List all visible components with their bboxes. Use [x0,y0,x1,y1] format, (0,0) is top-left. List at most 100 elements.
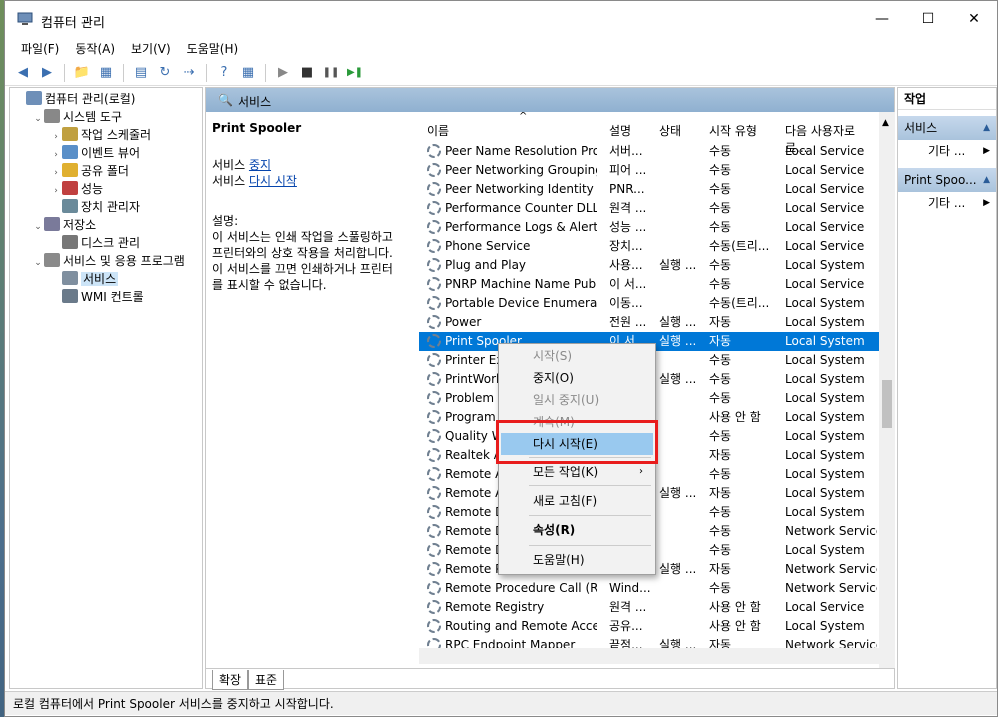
tree-item[interactable]: ⌄ 서비스 및 응용 프로그램 [10,252,202,270]
actions-more[interactable]: 기타 ... ▶ [898,192,996,214]
tree-item[interactable]: › 공유 폴더 [10,162,202,180]
properties-icon[interactable]: ▤ [131,63,151,83]
service-logon-cell: Local System [785,315,865,329]
back-arrow-icon[interactable]: ◀ [13,63,33,83]
collapse-icon[interactable]: ▲ [983,168,990,192]
menu-action[interactable]: 동작(A) [67,37,123,59]
menu-help[interactable]: 도움말(H) [179,37,247,59]
context-menu-item[interactable]: 모든 작업(K) › [501,461,653,483]
tree-item[interactable]: 디스크 관리 [10,234,202,252]
detail-service-name: Print Spooler [212,121,302,135]
service-row[interactable]: Portable Device Enumerato... 이동... 수동(트리..… [419,294,879,313]
stop-service-link[interactable]: 중지 [249,158,271,172]
service-row[interactable]: Peer Name Resolution Prot... 서버... 수동 Local… [419,142,879,161]
context-menu-item[interactable]: 중지(O) [501,367,653,389]
stop-service-icon[interactable]: ■ [297,63,317,83]
horizontal-scrollbar[interactable] [419,648,895,664]
tree-item-label: 서비스 및 응용 프로그램 [63,254,185,268]
vertical-scrollbar[interactable]: ▲ ▼ [879,112,895,668]
column-startup-type[interactable]: 시작 유형 [709,122,757,139]
show-hide-action-pane-icon[interactable]: ▦ [238,63,258,83]
service-row[interactable]: Peer Networking Identity ... PNR... 수동 Loca… [419,180,879,199]
up-folder-icon[interactable]: 📁 [72,63,92,83]
service-name: Peer Name Resolution Prot... [445,144,597,158]
show-hide-tree-icon[interactable]: ▦ [96,63,116,83]
context-menu-label: 새로 고침(F) [533,494,598,508]
tree-item[interactable]: 컴퓨터 관리(로컬) [10,90,202,108]
service-row[interactable]: PNRP Machine Name Publi... 이 서... 수동 Local … [419,275,879,294]
column-name[interactable]: 이름 [427,122,449,139]
service-status-cell: 실행 ... [659,562,697,576]
detail-restart-prefix: 서비스 [212,174,249,188]
actions-group-services[interactable]: 서비스 ▲ [898,116,996,140]
menu-separator [529,545,651,546]
service-name: Performance Counter DLL ... [445,201,597,215]
tab-standard[interactable]: 표준 [248,670,285,690]
service-row[interactable]: Routing and Remote Access 공유... 사용 안 함 Loca… [419,617,879,636]
tree-node-icon [62,163,78,177]
menu-view[interactable]: 보기(V) [123,37,179,59]
tree-item-label: 서비스 [81,272,119,286]
service-row[interactable]: Phone Service 장치... 수동(트리... Local Service [419,237,879,256]
service-gear-icon [427,315,441,329]
tree-node-icon [62,235,78,249]
service-startup-cell: 수동 [709,220,732,234]
tree-item[interactable]: › 작업 스케줄러 [10,126,202,144]
service-gear-icon [427,448,441,462]
toolbar-separator [206,63,207,82]
actions-more[interactable]: 기타 ... ▶ [898,140,996,162]
service-name: Plug and Play [445,258,527,272]
tree-item-label: 컴퓨터 관리(로컬) [45,92,136,106]
tree-item[interactable]: › 이벤트 뷰어 [10,144,202,162]
start-service-icon[interactable]: ▶ [273,63,293,83]
refresh-icon[interactable]: ↻ [155,63,175,83]
tree-item[interactable]: WMI 컨트롤 [10,288,202,306]
scroll-up-icon[interactable]: ▲ [882,118,889,128]
service-row[interactable]: Remote Procedure Call (RP... Wind... 수동 Net… [419,579,879,598]
column-description[interactable]: 설명 [609,122,631,139]
service-row[interactable]: Remote Registry 원격 ... 사용 안 함 Local Service [419,598,879,617]
maximize-button[interactable]: ☐ [905,1,951,37]
description-label: 설명: [212,214,239,228]
actions-title: 작업 [898,88,996,110]
tree-item[interactable]: 서비스 [10,270,202,288]
context-menu-item[interactable]: 다시 시작(E) [501,433,653,455]
service-gear-icon [427,144,441,158]
collapse-icon[interactable]: ▲ [983,116,990,140]
context-menu-item[interactable]: 새로 고침(F) [501,490,653,512]
actions-group-print-spooler[interactable]: Print Spoo... ▲ [898,168,996,192]
restart-service-link[interactable]: 다시 시작 [249,174,297,188]
tree-item[interactable]: ⌄ 시스템 도구 [10,108,202,126]
service-row[interactable]: Performance Counter DLL ... 원격 ... 수동 Local… [419,199,879,218]
service-row[interactable]: Peer Networking Grouping 피어 ... 수동 Local Se… [419,161,879,180]
close-button[interactable]: ✕ [951,1,997,37]
service-gear-icon [427,163,441,177]
service-description-cell: 원격 ... [609,201,647,215]
menu-file[interactable]: 파일(F) [13,37,67,59]
context-menu-item: 계속(M) [501,411,653,433]
submenu-arrow-icon: ▶ [983,146,990,156]
context-menu-label: 다시 시작(E) [533,437,598,451]
tree-item[interactable]: 장치 관리자 [10,198,202,216]
tab-extended[interactable]: 확장 [212,670,249,690]
service-logon-cell: Local Service [785,163,865,177]
service-row[interactable]: Performance Logs & Alerts 성능 ... 수동 Local S… [419,218,879,237]
scroll-thumb[interactable] [882,380,892,428]
help-icon[interactable]: ? [214,63,234,83]
service-name-cell: Routing and Remote Access [427,617,597,636]
pause-service-icon[interactable]: ❚❚ [321,63,341,83]
service-row[interactable]: Plug and Play 사용... 실행 ... 수동 Local System [419,256,879,275]
restart-service-icon[interactable]: ▶❚ [345,63,365,83]
context-menu-item[interactable]: 도움말(H) [501,549,653,571]
minimize-button[interactable]: — [859,1,905,37]
export-icon[interactable]: ⇢ [179,63,199,83]
tree-item[interactable]: › 성능 [10,180,202,198]
forward-arrow-icon[interactable]: ▶ [37,63,57,83]
service-row[interactable]: Power 전원 ... 실행 ... 자동 Local System [419,313,879,332]
column-status[interactable]: 상태 [659,122,681,139]
tree-node-icon [62,145,78,159]
context-menu-item[interactable]: 속성(R) [501,519,653,541]
service-description-cell: 서버... [609,144,643,158]
service-description-cell: 사용... [609,258,643,272]
tree-item[interactable]: ⌄ 저장소 [10,216,202,234]
